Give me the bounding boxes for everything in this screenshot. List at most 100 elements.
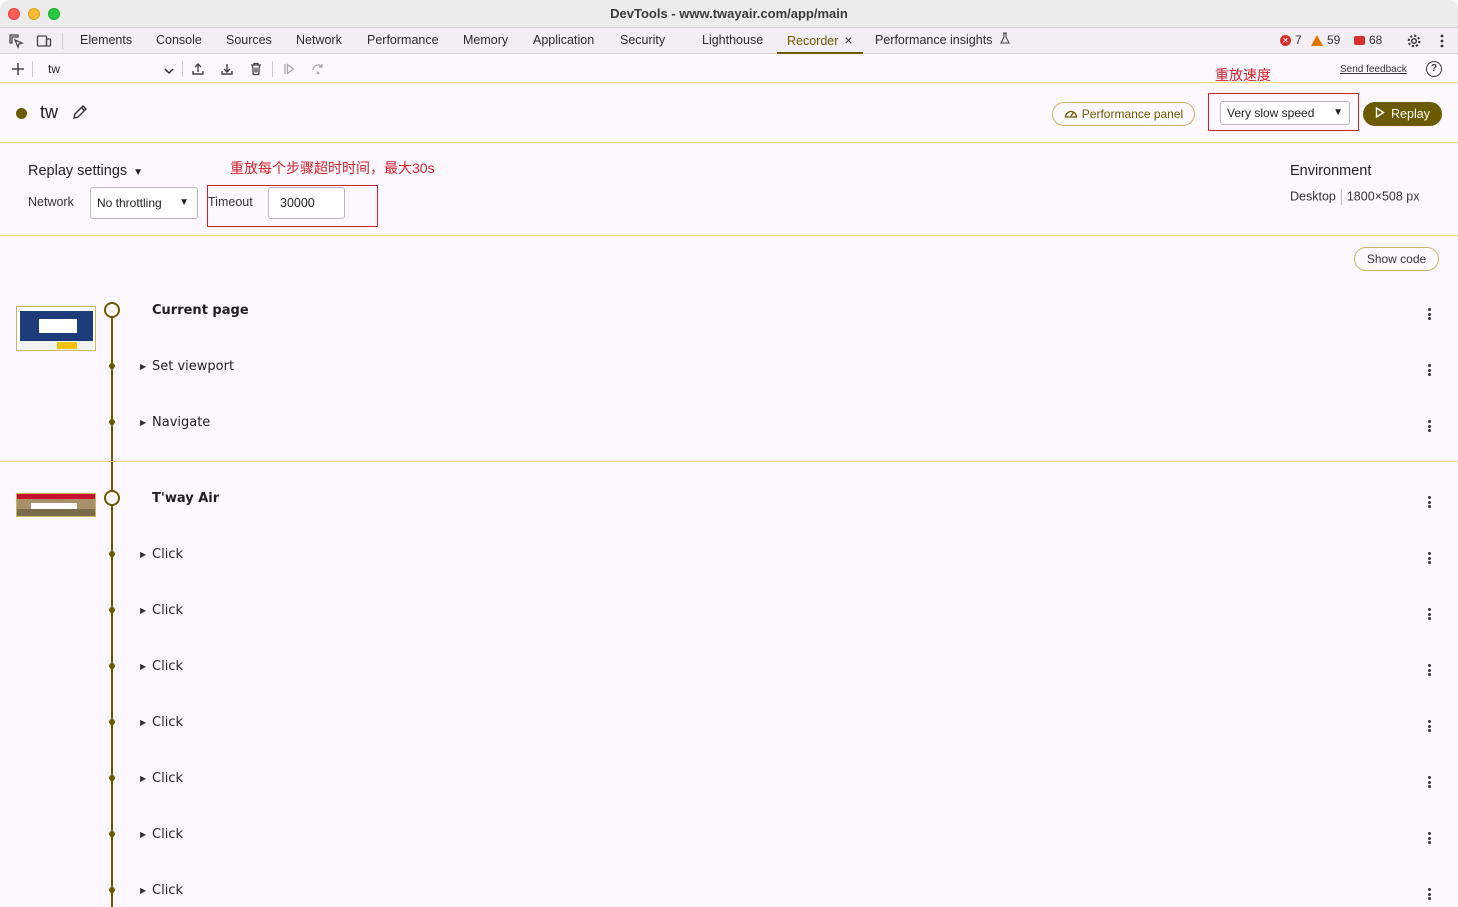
export-upload-icon[interactable]: [189, 60, 207, 78]
recording-select-value: tw: [48, 62, 60, 76]
step-menu-icon[interactable]: [1422, 363, 1436, 377]
replay-button[interactable]: Replay: [1363, 102, 1442, 126]
expand-step-icon[interactable]: ▶: [140, 662, 146, 671]
section-screenshot-thumbnail[interactable]: [16, 306, 96, 351]
tab-console[interactable]: Console: [156, 28, 202, 53]
expand-step-icon[interactable]: ▶: [140, 418, 146, 427]
replay-settings-title: Replay settings: [28, 163, 128, 179]
step-menu-icon[interactable]: [1422, 719, 1436, 733]
step-label[interactable]: Click: [152, 715, 183, 730]
network-throttling-select[interactable]: No throttling ▼: [90, 187, 198, 219]
step-label[interactable]: Click: [152, 547, 183, 562]
section-node: [104, 490, 120, 506]
tab-lighthouse[interactable]: Lighthouse: [702, 28, 763, 53]
error-count[interactable]: ✕ 7: [1280, 33, 1302, 47]
step-label[interactable]: Set viewport: [152, 359, 234, 374]
create-recording-plus-icon[interactable]: [9, 60, 27, 78]
divider: [32, 61, 33, 77]
warning-count-value: 59: [1327, 33, 1341, 47]
send-feedback-link[interactable]: Send feedback: [1340, 64, 1407, 75]
replay-settings-panel: Replay settings ▼ 重放每个步骤超时时间，最大30s Networ…: [0, 144, 1458, 236]
step-node: [109, 887, 115, 893]
step-label[interactable]: Click: [152, 771, 183, 786]
step-label[interactable]: Click: [152, 883, 183, 898]
delete-trash-icon[interactable]: [247, 60, 265, 78]
environment-device: Desktop: [1290, 189, 1336, 204]
expand-step-icon[interactable]: ▶: [140, 774, 146, 783]
tab-sources[interactable]: Sources: [226, 28, 272, 53]
section-divider: [0, 461, 1458, 462]
inspect-element-icon[interactable]: [7, 32, 25, 50]
recording-select[interactable]: tw: [40, 59, 176, 79]
step-label[interactable]: Navigate: [152, 415, 210, 430]
warning-count[interactable]: 59: [1311, 33, 1340, 47]
step-menu-icon[interactable]: [1422, 887, 1436, 901]
step-node: [109, 363, 115, 369]
step-over-icon[interactable]: [309, 60, 327, 78]
divider: [272, 61, 273, 77]
step-menu-icon[interactable]: [1422, 663, 1436, 677]
more-options-icon[interactable]: [1433, 32, 1451, 50]
step-menu-icon[interactable]: [1422, 551, 1436, 565]
replay-label: Replay: [1391, 107, 1430, 121]
experiment-flask-icon: [999, 28, 1011, 53]
step-label[interactable]: Click: [152, 603, 183, 618]
tab-security[interactable]: Security: [620, 28, 665, 53]
tab-recorder[interactable]: Recorder ×: [777, 28, 863, 54]
replay-speed-select[interactable]: Very slow speed ▼: [1220, 101, 1350, 125]
continue-play-icon[interactable]: [280, 60, 298, 78]
settings-gear-icon[interactable]: [1405, 32, 1423, 50]
speed-annotation: 重放速度: [1215, 67, 1271, 83]
replay-settings-toggle[interactable]: Replay settings ▼: [28, 163, 143, 179]
tab-elements[interactable]: Elements: [80, 28, 132, 53]
edit-pencil-icon[interactable]: [72, 104, 88, 120]
caret-down-icon: ▼: [179, 197, 189, 208]
tab-performance[interactable]: Performance: [367, 28, 439, 53]
issues-count-value: 68: [1369, 33, 1383, 47]
recording-status-dot: [16, 108, 27, 119]
environment-size: 1800×508 px: [1346, 189, 1420, 204]
tab-performance-insights-label: Performance insights: [875, 33, 993, 47]
timeout-label: Timeout: [208, 195, 253, 209]
step-menu-icon[interactable]: [1422, 419, 1436, 433]
divider: [1340, 189, 1342, 205]
step-menu-icon[interactable]: [1422, 607, 1436, 621]
step-menu-icon[interactable]: [1422, 495, 1436, 509]
tab-application[interactable]: Application: [533, 28, 594, 53]
tab-memory[interactable]: Memory: [463, 28, 508, 53]
recording-title: tw: [40, 102, 58, 122]
issues-count[interactable]: 68: [1354, 33, 1382, 47]
error-icon: ✕: [1280, 34, 1291, 46]
step-label[interactable]: Click: [152, 827, 183, 842]
expand-step-icon[interactable]: ▶: [140, 718, 146, 727]
step-label[interactable]: Click: [152, 659, 183, 674]
play-icon: [1375, 106, 1385, 121]
step-menu-icon[interactable]: [1422, 307, 1436, 321]
performance-panel-button[interactable]: Performance panel: [1052, 102, 1195, 126]
help-question-icon[interactable]: ?: [1426, 61, 1442, 77]
expand-step-icon[interactable]: ▶: [140, 550, 146, 559]
expand-step-icon[interactable]: ▶: [140, 830, 146, 839]
close-tab-icon[interactable]: ×: [844, 32, 852, 48]
environment-title: Environment: [1290, 163, 1372, 179]
import-download-icon[interactable]: [218, 60, 236, 78]
recording-header: tw Performance panel Very slow speed ▼ R…: [0, 84, 1458, 143]
device-toolbar-icon[interactable]: [35, 32, 53, 50]
show-code-button[interactable]: Show code: [1354, 247, 1439, 271]
step-menu-icon[interactable]: [1422, 775, 1436, 789]
expand-step-icon[interactable]: ▶: [140, 362, 146, 371]
section-title: T'way Air: [152, 491, 220, 506]
step-node: [109, 831, 115, 837]
step-menu-icon[interactable]: [1422, 831, 1436, 845]
step-node: [109, 419, 115, 425]
expand-step-icon[interactable]: ▶: [140, 886, 146, 895]
section-screenshot-thumbnail[interactable]: [16, 493, 96, 517]
expand-step-icon[interactable]: ▶: [140, 606, 146, 615]
window-title: DevTools - www.twayair.com/app/main: [610, 6, 848, 21]
divider: [182, 61, 183, 77]
tab-performance-insights[interactable]: Performance insights: [875, 28, 1011, 53]
step-node: [109, 719, 115, 725]
tab-network[interactable]: Network: [296, 28, 342, 53]
timeout-input[interactable]: 30000: [268, 187, 345, 219]
step-node: [109, 663, 115, 669]
